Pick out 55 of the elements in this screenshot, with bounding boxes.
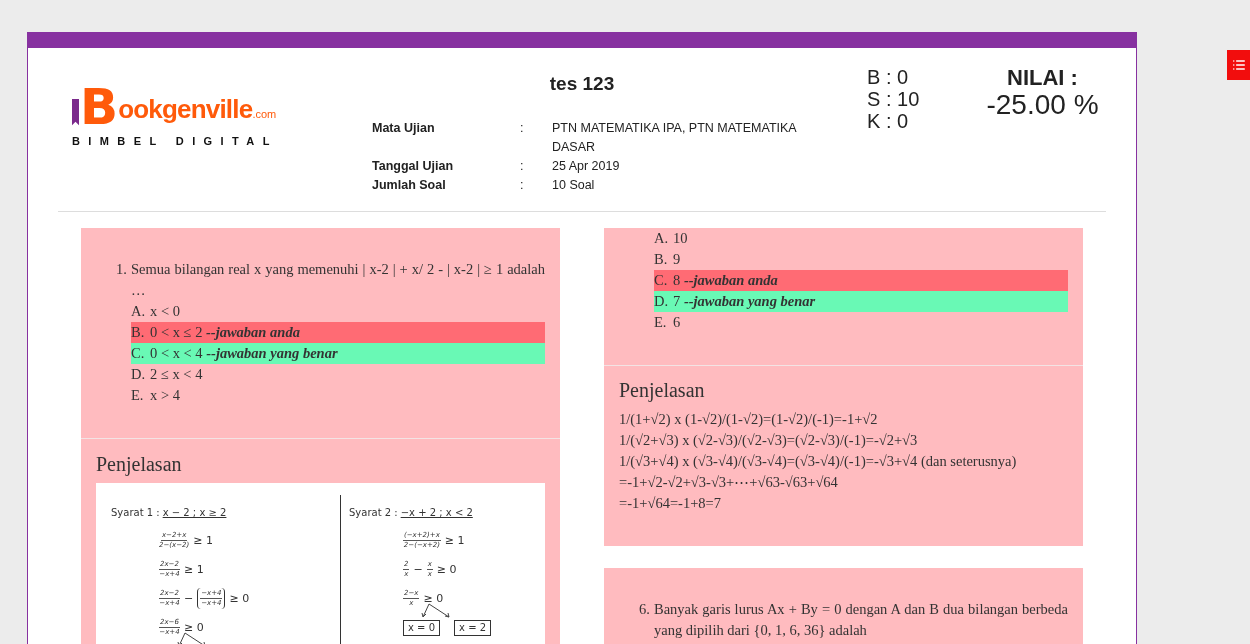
info-separator: : xyxy=(520,120,525,137)
answer-option: D. 7 --jawaban yang benar xyxy=(654,291,1068,312)
exam-title: tes 123 xyxy=(548,74,616,94)
question-number: 6. xyxy=(639,600,651,619)
answer-option: E. x > 4 xyxy=(131,385,545,406)
math-text: ≥ 0 xyxy=(183,621,204,634)
logo-wordmark: ookgenville.com xyxy=(118,94,277,126)
explanation-line: =-1+√64=-1+8=7 xyxy=(619,494,722,513)
explanation-title: Penjelasan xyxy=(96,452,183,477)
condition-heading: Syarat 1 : x − 2 ; x ≥ 2 xyxy=(111,507,228,518)
boxed-answer: x = 0 xyxy=(403,619,441,636)
math-text: ≥ 1 xyxy=(183,563,204,576)
score-label: NILAI : xyxy=(1007,66,1078,90)
answer-option: B. 0 < x ≤ 2 --jawaban anda xyxy=(131,322,545,343)
answer-option: A. x < 0 xyxy=(131,301,545,322)
math-text: ≥ 1 xyxy=(444,534,465,547)
info-separator: : xyxy=(520,177,525,194)
question-text: Banyak garis lurus Ax + By = 0 dengan A dan B dua bilangan berbeda yang dipilih dari {0, 1, 6, 36} adalah xyxy=(654,600,1068,640)
list-icon xyxy=(1231,58,1246,72)
info-separator: : xyxy=(520,158,525,175)
explanation-line: 1/(1+√2) x (1-√2)/(1-√2)=(1-√2)/(-1)=-1+√2 xyxy=(619,410,879,429)
answer-count: S : 10 xyxy=(867,88,921,110)
info-value: 25 Apr 2019 xyxy=(552,158,621,175)
condition-heading: Syarat 2 : −x + 2 ; x < 2 xyxy=(349,507,474,518)
score-value: -25.00 % xyxy=(986,90,1099,120)
answer-option: B. 9 xyxy=(654,249,1068,270)
question-text: Semua bilangan real x yang memenuhi | x-2 | + x/ 2 - | x-2 | ≥ 1 adalah … xyxy=(131,260,545,300)
info-value: 10 Soal xyxy=(552,177,596,194)
bookmark-icon xyxy=(72,97,79,127)
math-text: − xyxy=(413,563,423,576)
answer-count: K : 0 xyxy=(867,110,910,132)
logo-tagline: BIMBEL DIGITAL xyxy=(72,135,279,147)
info-value: PTN MATEMATIKA IPA, PTN MATEMATIKA DASAR xyxy=(552,120,798,156)
math-text: ≥ 1 xyxy=(193,534,213,547)
explanation-line: 1/(√3+√4) x (√3-√4)/(√3-√4)=(√3-√4)/(-1)=-√3+√4 (dan seterusnya) xyxy=(619,452,1018,471)
question-number: 1. xyxy=(116,260,128,279)
boxed-answer: x = 2 xyxy=(454,619,492,636)
info-label: Jumlah Soal xyxy=(372,177,447,194)
answer-option: A. 10 xyxy=(654,228,1068,249)
math-text: − xyxy=(183,592,194,605)
answer-count: B : 0 xyxy=(867,66,910,88)
answer-option: C. 0 < x < 4 --jawaban yang benar xyxy=(131,343,545,364)
answer-option: E. 6 xyxy=(654,312,1068,333)
math-text: ≥ 0 xyxy=(229,592,250,605)
explanation-line: 1/(√2+√3) x (√2-√3)/(√2-√3)=(√2-√3)/(-1)=-√2+√3 xyxy=(619,431,919,450)
math-text: ≥ 0 xyxy=(436,563,457,576)
logo-mark: B xyxy=(80,85,119,129)
info-label: Mata Ujian xyxy=(372,120,436,137)
explanation-title: Penjelasan xyxy=(619,378,706,403)
answer-option: C. 8 --jawaban anda xyxy=(654,270,1068,291)
list-button[interactable] xyxy=(1227,50,1250,80)
info-label: Tanggal Ujian xyxy=(372,158,455,175)
explanation-line: =-1+√2-√2+√3-√3+⋯+√63-√63+√64 xyxy=(619,473,839,492)
math-text: ≥ 0 xyxy=(423,592,444,605)
answer-option: D. 2 ≤ x < 4 xyxy=(131,364,545,385)
